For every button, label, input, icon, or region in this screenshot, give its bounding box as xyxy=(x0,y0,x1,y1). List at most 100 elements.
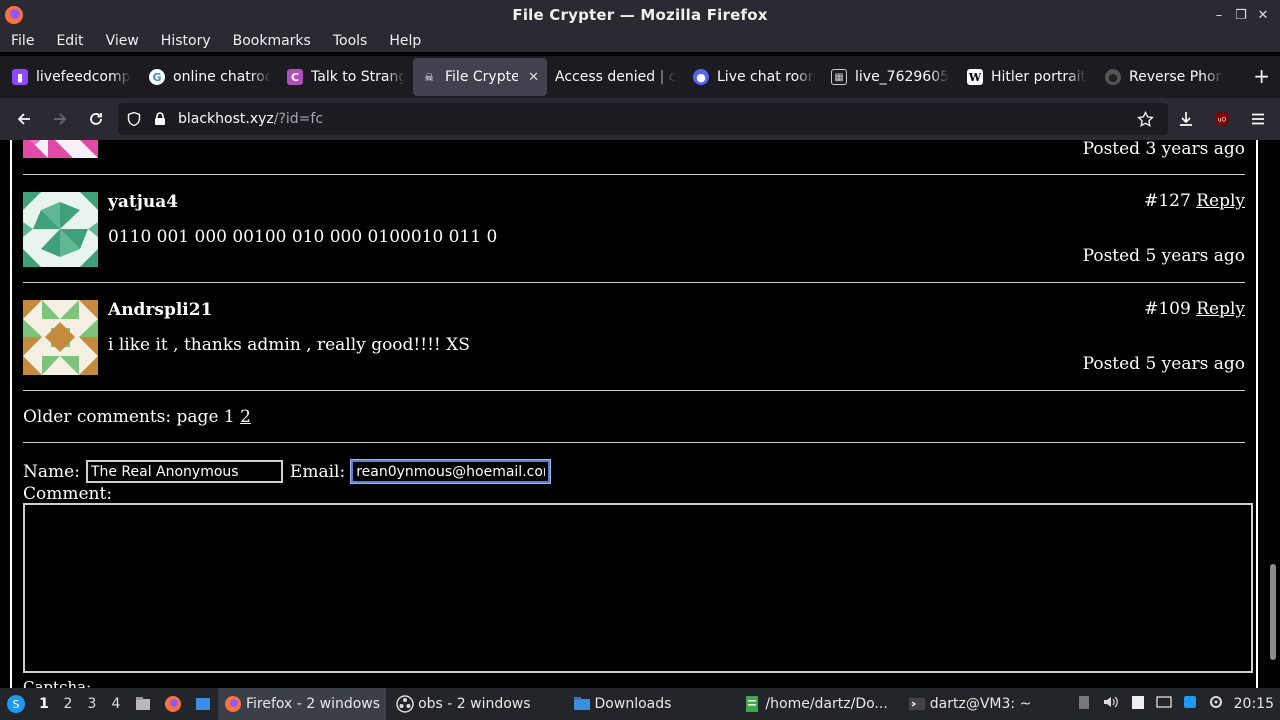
bookmark-star-icon[interactable] xyxy=(1137,111,1154,128)
menu-bar: File Edit View History Bookmarks Tools H… xyxy=(0,30,1280,52)
name-label: Name: xyxy=(23,461,80,482)
reload-icon[interactable] xyxy=(82,105,110,133)
comment-posted-time: Posted 3 years ago xyxy=(1082,140,1245,159)
comment-number: #127 Reply xyxy=(1144,191,1245,211)
restore-icon[interactable]: ❒ xyxy=(1230,6,1252,24)
tab-talk-strangers[interactable]: C Talk to Strang xyxy=(279,58,413,96)
reply-link[interactable]: Reply xyxy=(1196,299,1245,319)
taskbar-text-editor[interactable]: /home/dartz/Do... xyxy=(737,688,893,720)
url-bar[interactable]: blackhost.xyz/?id=fc xyxy=(118,103,1168,135)
downloads-icon[interactable] xyxy=(1172,105,1200,133)
minimize-icon[interactable]: – xyxy=(1208,6,1230,24)
comment-textarea[interactable] xyxy=(23,503,1253,673)
forward-icon[interactable] xyxy=(46,105,74,133)
comment-divider xyxy=(23,282,1245,283)
reply-link[interactable]: Reply xyxy=(1196,191,1245,211)
avatar xyxy=(23,300,98,375)
workspace-4[interactable]: 4 xyxy=(104,696,128,712)
comment-label: Comment: xyxy=(23,484,113,504)
comment-divider xyxy=(23,390,1245,391)
firefox-icon xyxy=(225,696,241,712)
system-tray: 20:15 xyxy=(1076,688,1274,720)
older-comments-pagination: Older comments: page 1 2 xyxy=(23,407,251,427)
comment-posted-time: Posted 5 years ago xyxy=(1082,354,1245,374)
obs-icon xyxy=(396,695,414,713)
email-field[interactable] xyxy=(350,459,552,484)
page-frame-right xyxy=(1256,140,1258,688)
comment-text: i like it , thanks admin , really good!!… xyxy=(108,335,470,355)
menu-file[interactable]: File xyxy=(11,33,34,49)
tab-strip: ▮ livefeedcomp G online chatroo C Talk t… xyxy=(0,56,1280,98)
shield-icon[interactable] xyxy=(126,111,142,127)
comment-form-row: Name: Email: xyxy=(23,459,557,484)
tab-live-chat-room[interactable]: ● Live chat room xyxy=(685,58,823,96)
page-2-link[interactable]: 2 xyxy=(240,407,251,427)
menu-bookmarks[interactable]: Bookmarks xyxy=(233,33,311,49)
close-icon[interactable]: ✕ xyxy=(1252,6,1274,24)
tab-live-7629605[interactable]: ▦ live_7629605 xyxy=(823,58,959,96)
window-controls: – ❒ ✕ xyxy=(1208,6,1274,24)
lock-icon[interactable] xyxy=(152,111,168,127)
comment-author: Andrspli21 xyxy=(108,300,213,320)
firefox-launcher-icon[interactable] xyxy=(158,688,188,720)
email-label: Email: xyxy=(289,461,346,482)
notes-icon[interactable] xyxy=(1130,694,1146,714)
taskbar: S 1 2 3 4 Firefox - 2 windows obs - 2 wi… xyxy=(0,688,1280,720)
folder-icon xyxy=(573,697,590,710)
menu-help[interactable]: Help xyxy=(389,33,421,49)
workspace-2[interactable]: 2 xyxy=(56,696,80,712)
menu-view[interactable]: View xyxy=(106,33,139,49)
network-icon[interactable] xyxy=(1182,694,1198,714)
menu-edit[interactable]: Edit xyxy=(56,33,83,49)
menu-history[interactable]: History xyxy=(161,33,211,49)
svg-text:uO: uO xyxy=(1218,117,1227,124)
tab-hitler-portrait[interactable]: W Hitler portrait xyxy=(959,58,1097,96)
tab-reverse-phone[interactable]: ● Reverse Phone xyxy=(1097,58,1231,96)
google-icon: G xyxy=(149,69,165,85)
hamburger-menu-icon[interactable] xyxy=(1244,105,1272,133)
workspace-1[interactable]: 1 xyxy=(32,696,56,712)
start-menu-icon[interactable]: S xyxy=(0,688,32,720)
taskbar-downloads[interactable]: Downloads xyxy=(567,688,678,720)
person-icon: ● xyxy=(1105,69,1121,85)
chat-c-icon: C xyxy=(287,69,303,85)
clock[interactable]: 20:15 xyxy=(1234,696,1274,712)
name-field[interactable] xyxy=(85,460,283,483)
skull-icon: ☠ xyxy=(424,70,434,84)
tab-file-crypter[interactable]: ☠ File Crypter ✕ xyxy=(413,58,547,96)
volume-icon[interactable] xyxy=(1102,694,1120,714)
taskbar-terminal[interactable]: dartz@VM3: ~ xyxy=(902,688,1038,720)
taskbar-firefox[interactable]: Firefox - 2 windows xyxy=(218,688,387,720)
display-icon[interactable] xyxy=(1155,694,1172,714)
comment-divider xyxy=(23,174,1245,175)
window-titlebar: File Crypter — Mozilla Firefox – ❒ ✕ xyxy=(0,0,1280,30)
settings-icon[interactable] xyxy=(1208,694,1224,714)
url-path: /?id=fc xyxy=(273,111,324,127)
new-tab-icon[interactable]: + xyxy=(1253,66,1270,86)
comment-text: 0110 001 000 00100 010 000 0100010 011 0 xyxy=(108,227,498,247)
url-host: blackhost.xyz xyxy=(178,111,274,127)
file-manager-launcher-icon[interactable] xyxy=(128,688,158,720)
clipboard-icon[interactable] xyxy=(1076,694,1092,714)
menu-tools[interactable]: Tools xyxy=(333,33,368,49)
svg-text:S: S xyxy=(13,698,20,711)
comment-author: yatjua4 xyxy=(108,192,179,212)
desktop-launcher-icon[interactable] xyxy=(188,688,218,720)
page-frame-left xyxy=(10,140,12,688)
back-icon[interactable] xyxy=(10,105,38,133)
navigation-bar: blackhost.xyz/?id=fc uO xyxy=(0,98,1280,140)
firefox-icon xyxy=(5,6,23,24)
tab-online-chat[interactable]: G online chatroo xyxy=(141,58,279,96)
tab-livefeed[interactable]: ▮ livefeedcomp xyxy=(4,58,141,96)
taskbar-obs[interactable]: obs - 2 windows xyxy=(390,688,536,720)
chat-bubble-icon: ● xyxy=(693,69,709,85)
form-divider xyxy=(23,442,1245,443)
wikipedia-icon: W xyxy=(967,69,983,85)
workspace-3[interactable]: 3 xyxy=(80,696,104,712)
tab-close-icon[interactable]: ✕ xyxy=(528,70,539,85)
ublock-icon[interactable]: uO xyxy=(1208,105,1236,133)
comment-number: #109 Reply xyxy=(1144,299,1245,319)
comment-posted-time: Posted 5 years ago xyxy=(1082,246,1245,266)
tab-access-denied[interactable]: Access denied | c xyxy=(547,58,685,96)
page-scrollbar[interactable] xyxy=(1270,564,1276,660)
